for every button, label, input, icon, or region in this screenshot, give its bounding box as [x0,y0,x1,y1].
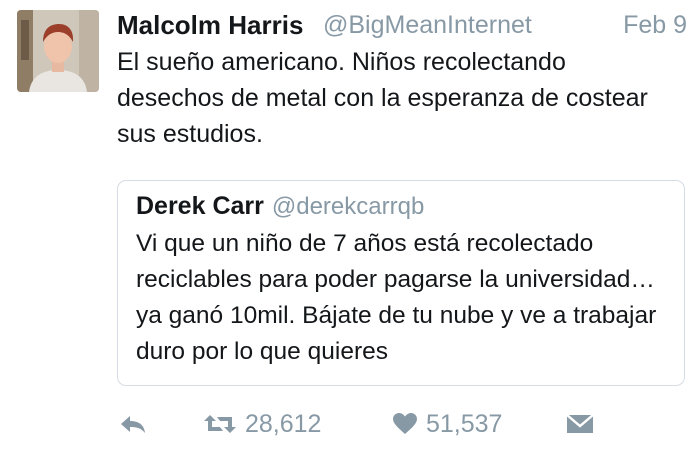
quoted-tweet-text: Vi que un niño de 7 años está recolectad… [136,230,657,365]
quoted-display-name: Derek Carr [136,192,264,220]
avatar[interactable] [17,10,99,92]
avatar-image [17,10,99,92]
direct-message-button[interactable] [566,404,594,444]
reply-button[interactable] [118,404,148,444]
like-button[interactable]: 51,537 [392,404,502,444]
user-handle[interactable]: @BigMeanInternet [323,11,532,40]
heart-icon [392,412,418,436]
retweet-icon [203,412,237,436]
tweet-actions: 28,612 51,537 [0,404,700,444]
retweet-count: 28,612 [245,409,322,438]
tweet-card: Malcolm Harris @BigMeanInternet Feb 9 El… [0,0,700,466]
quoted-tweet[interactable]: Derek Carr @derekcarrqb Vi que un niño de… [117,180,685,386]
envelope-icon [566,413,594,435]
quoted-user-handle: @derekcarrqb [271,193,425,220]
display-name[interactable]: Malcolm Harris [117,10,303,41]
tweet-date[interactable]: Feb 9 [623,11,687,40]
tweet-text: El sueño americano. Niños recolectando d… [117,48,648,148]
quoted-tweet-header: Derek Carr @derekcarrqb [136,192,424,221]
like-count: 51,537 [426,409,503,438]
tweet-header: Malcolm Harris @BigMeanInternet Feb 9 [117,8,687,42]
reply-icon [118,412,148,436]
retweet-button[interactable]: 28,612 [203,404,321,444]
